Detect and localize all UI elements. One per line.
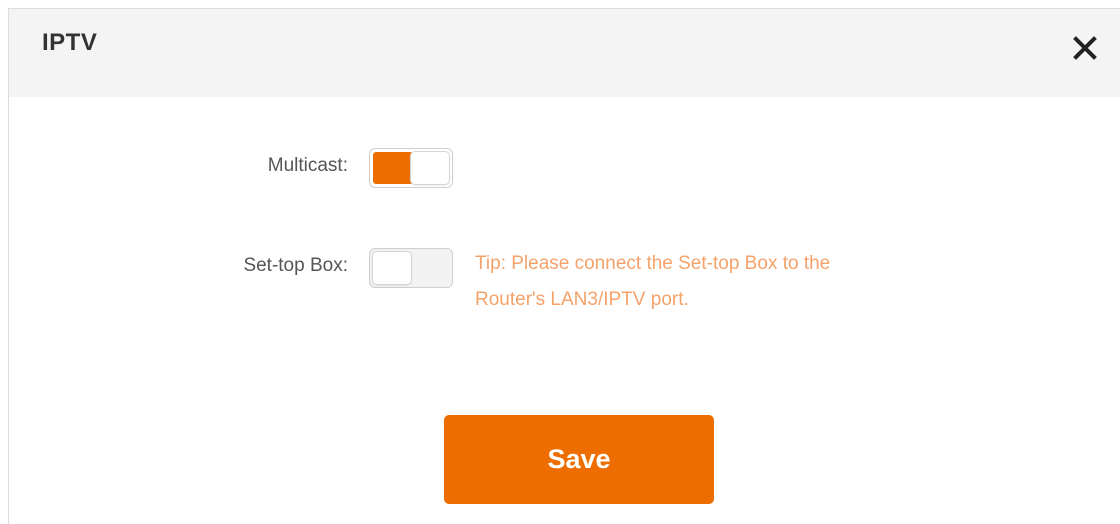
iptv-dialog: IPTV Multicast: Set-top Box: Tip: Please… [8,8,1120,524]
settop-box-toggle-knob [372,251,412,285]
settop-box-tip: Tip: Please connect the Set-top Box to t… [475,246,1035,318]
multicast-row: Multicast: [9,146,1120,190]
tip-line-1: Tip: Please connect the Set-top Box to t… [475,253,831,274]
settop-box-toggle[interactable] [369,248,453,288]
close-icon [1070,33,1100,63]
close-button[interactable] [1070,33,1100,63]
multicast-toggle-fill [373,152,413,184]
save-button[interactable]: Save [444,415,714,504]
dialog-title: IPTV [42,29,98,56]
settop-box-label: Set-top Box: [243,255,348,276]
tip-line-2: Router's LAN3/IPTV port. [475,289,689,310]
multicast-label: Multicast: [267,155,348,176]
settop-box-row: Set-top Box: Tip: Please connect the Set… [9,246,1120,326]
multicast-toggle[interactable] [369,148,453,188]
multicast-toggle-knob [410,151,450,185]
dialog-header: IPTV [9,9,1120,97]
